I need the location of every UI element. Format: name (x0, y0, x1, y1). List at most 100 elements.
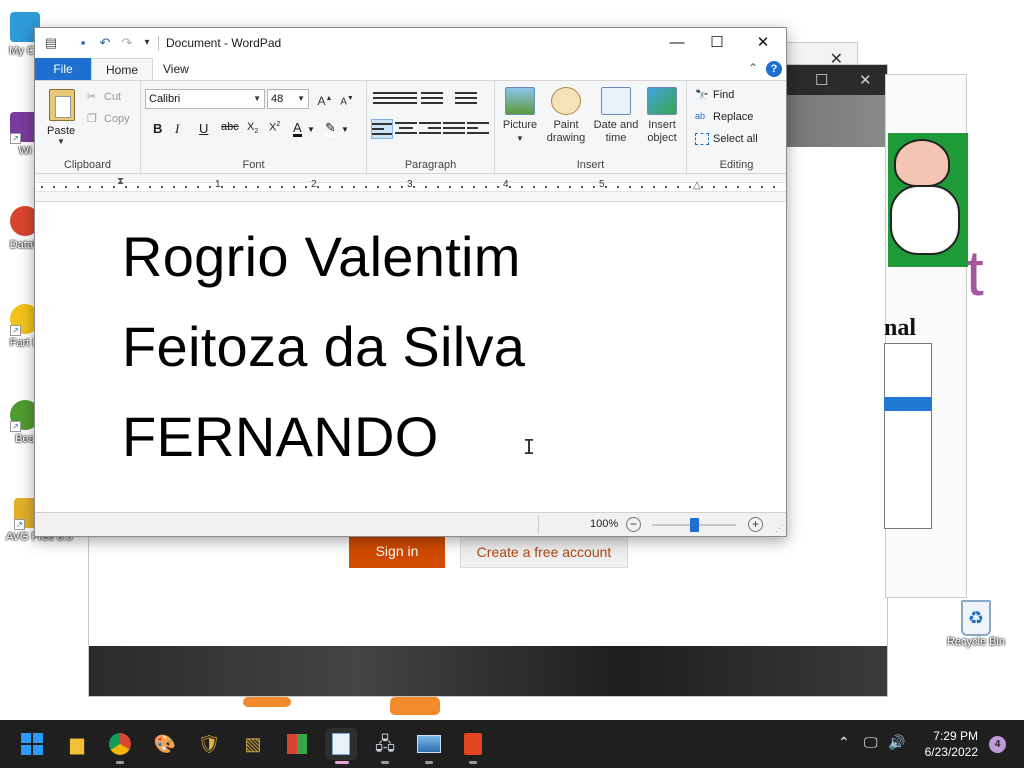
ruler-tick (521, 186, 523, 188)
document-line[interactable]: FERNANDO (122, 404, 439, 469)
select-all-button[interactable]: Select all (695, 133, 758, 146)
zoom-slider-thumb[interactable] (690, 518, 699, 532)
tab-file[interactable]: File (35, 58, 91, 80)
bullets-icon[interactable] (421, 89, 443, 109)
taskbar-file-explorer[interactable]: ▆ (61, 728, 93, 760)
paste-button[interactable]: Paste (47, 125, 75, 137)
decrease-indent-icon[interactable] (373, 89, 395, 109)
underline-button[interactable]: U (199, 121, 208, 136)
strikethrough-button[interactable]: abc (221, 121, 239, 133)
ruler-number: 4 (503, 179, 509, 190)
chevron-up-icon[interactable]: ⌃ (838, 734, 850, 751)
redo-icon[interactable]: ↷ (119, 35, 135, 51)
subscript-button[interactable]: X2 (247, 121, 258, 135)
ruler-tick (269, 186, 271, 188)
highlight-icon[interactable]: ✎ (325, 121, 336, 137)
undo-icon[interactable]: ↶ (97, 35, 113, 51)
text-color-button[interactable]: A (293, 121, 302, 137)
wordpad-app-icon[interactable]: ▤ (43, 35, 59, 51)
collapse-ribbon-icon[interactable]: ⌃ (748, 61, 758, 75)
maximize-icon[interactable]: ☐ (815, 71, 828, 89)
background-page-window: nal (884, 74, 968, 598)
taskbar-chrome[interactable] (104, 728, 136, 764)
help-icon[interactable]: ? (766, 61, 782, 77)
clock-date: 6/23/2022 (924, 745, 978, 759)
network-icon[interactable]: 🖵 (864, 734, 878, 751)
ruler-number: 1 (215, 179, 221, 190)
left-indent-marker[interactable]: ⧗ (117, 176, 124, 187)
find-button[interactable]: 🔭 Find (695, 89, 734, 102)
right-indent-marker[interactable]: △ (693, 180, 701, 191)
cut-button[interactable]: ✂ Cut (87, 90, 121, 103)
desktop-icon-recycle-bin[interactable]: ♻ Recycle Bin (944, 600, 1008, 648)
create-account-button[interactable]: Create a free account (460, 535, 628, 568)
tab-home[interactable]: Home (91, 58, 154, 80)
ruler-tick (209, 186, 211, 188)
clock[interactable]: 7:29 PM 6/23/2022 (925, 728, 978, 760)
document-area[interactable]: Rogrio Valentim Feitoza da Silva FERNAND… (35, 202, 786, 512)
ruler-tick (89, 186, 91, 188)
customize-toolbar-icon[interactable]: ▾ (139, 35, 155, 51)
footer-photo (89, 646, 887, 696)
taskbar-image-viewer[interactable] (413, 728, 445, 764)
taskbar-winrar[interactable]: ▧ (237, 728, 269, 760)
ruler-tick (689, 186, 691, 188)
italic-button[interactable]: I (175, 121, 179, 137)
line-spacing-icon[interactable] (455, 89, 477, 109)
font-family-select[interactable]: Calibri ▼ (145, 89, 265, 109)
paragraph-settings-icon[interactable] (467, 119, 489, 139)
ruler-tick (221, 186, 223, 188)
maximize-button[interactable]: ☐ (694, 31, 740, 55)
group-label: Paragraph (404, 159, 457, 171)
wordpad-window[interactable]: ▤ ▪ ↶ ↷ ▾ Document - WordPad — ☐ ✕ File … (34, 27, 787, 537)
document-line[interactable]: Rogrio Valentim (122, 224, 521, 289)
sign-in-button[interactable]: Sign in (349, 535, 445, 568)
ruler[interactable]: ⧗ △ 1 2 3 4 5 (35, 174, 786, 202)
chevron-down-icon[interactable]: ▼ (307, 125, 315, 134)
superscript-button[interactable]: X2 (269, 121, 280, 134)
date-time-button[interactable]: Date and time (591, 87, 641, 145)
zoom-in-button[interactable]: + (748, 517, 763, 532)
taskbar-office[interactable] (457, 728, 489, 764)
document-line[interactable]: Feitoza da Silva (122, 314, 525, 379)
taskbar-wordpad[interactable] (325, 728, 357, 764)
tab-view[interactable]: View (149, 58, 203, 80)
grow-font-icon[interactable]: A▲ (315, 90, 335, 108)
increase-indent-icon[interactable] (395, 89, 417, 109)
ruler-tick (449, 186, 451, 188)
paste-icon[interactable] (49, 89, 75, 121)
resize-grip-icon[interactable]: ⋰ (775, 523, 784, 534)
start-button[interactable] (16, 728, 48, 760)
align-right-icon[interactable] (419, 119, 441, 139)
ruler-tick (317, 186, 319, 188)
ruler-tick (665, 186, 667, 188)
font-size-select[interactable]: 48 ▼ (267, 89, 309, 109)
shrink-font-icon[interactable]: A▼ (337, 90, 357, 108)
copy-button[interactable]: ❐ Copy (87, 112, 130, 125)
taskbar-network[interactable]: 🖧 (369, 728, 401, 764)
align-left-icon[interactable] (371, 119, 393, 139)
ruler-tick (401, 186, 403, 188)
close-button[interactable]: ✕ (740, 31, 786, 55)
picture-button[interactable]: Picture ▼ (495, 87, 545, 145)
chevron-down-icon[interactable]: ▼ (341, 125, 349, 134)
insert-object-button[interactable]: Insert object (637, 87, 687, 145)
close-icon[interactable]: ✕ (859, 71, 872, 89)
office-tiles-icon (287, 734, 307, 754)
align-center-icon[interactable] (395, 119, 417, 139)
notification-badge[interactable]: 4 (989, 736, 1006, 753)
justify-icon[interactable] (443, 119, 465, 139)
title-bar[interactable]: ▤ ▪ ↶ ↷ ▾ Document - WordPad — ☐ ✕ (35, 28, 786, 58)
taskbar-security[interactable]: 🛡 (193, 728, 225, 760)
save-icon[interactable]: ▪ (75, 35, 91, 51)
zoom-out-button[interactable]: − (626, 517, 641, 532)
volume-icon[interactable]: 🔊 (888, 734, 905, 751)
copy-icon: ❐ (87, 113, 97, 125)
ruler-tick (761, 186, 763, 188)
replace-button[interactable]: ab Replace (695, 111, 753, 123)
paint-drawing-button[interactable]: Paint drawing (541, 87, 591, 145)
taskbar-office-tiles[interactable] (281, 728, 313, 760)
taskbar-paint[interactable]: 🎨 (149, 728, 181, 760)
paste-dropdown-icon[interactable]: ▼ (57, 137, 65, 146)
bold-button[interactable]: B (153, 121, 162, 136)
